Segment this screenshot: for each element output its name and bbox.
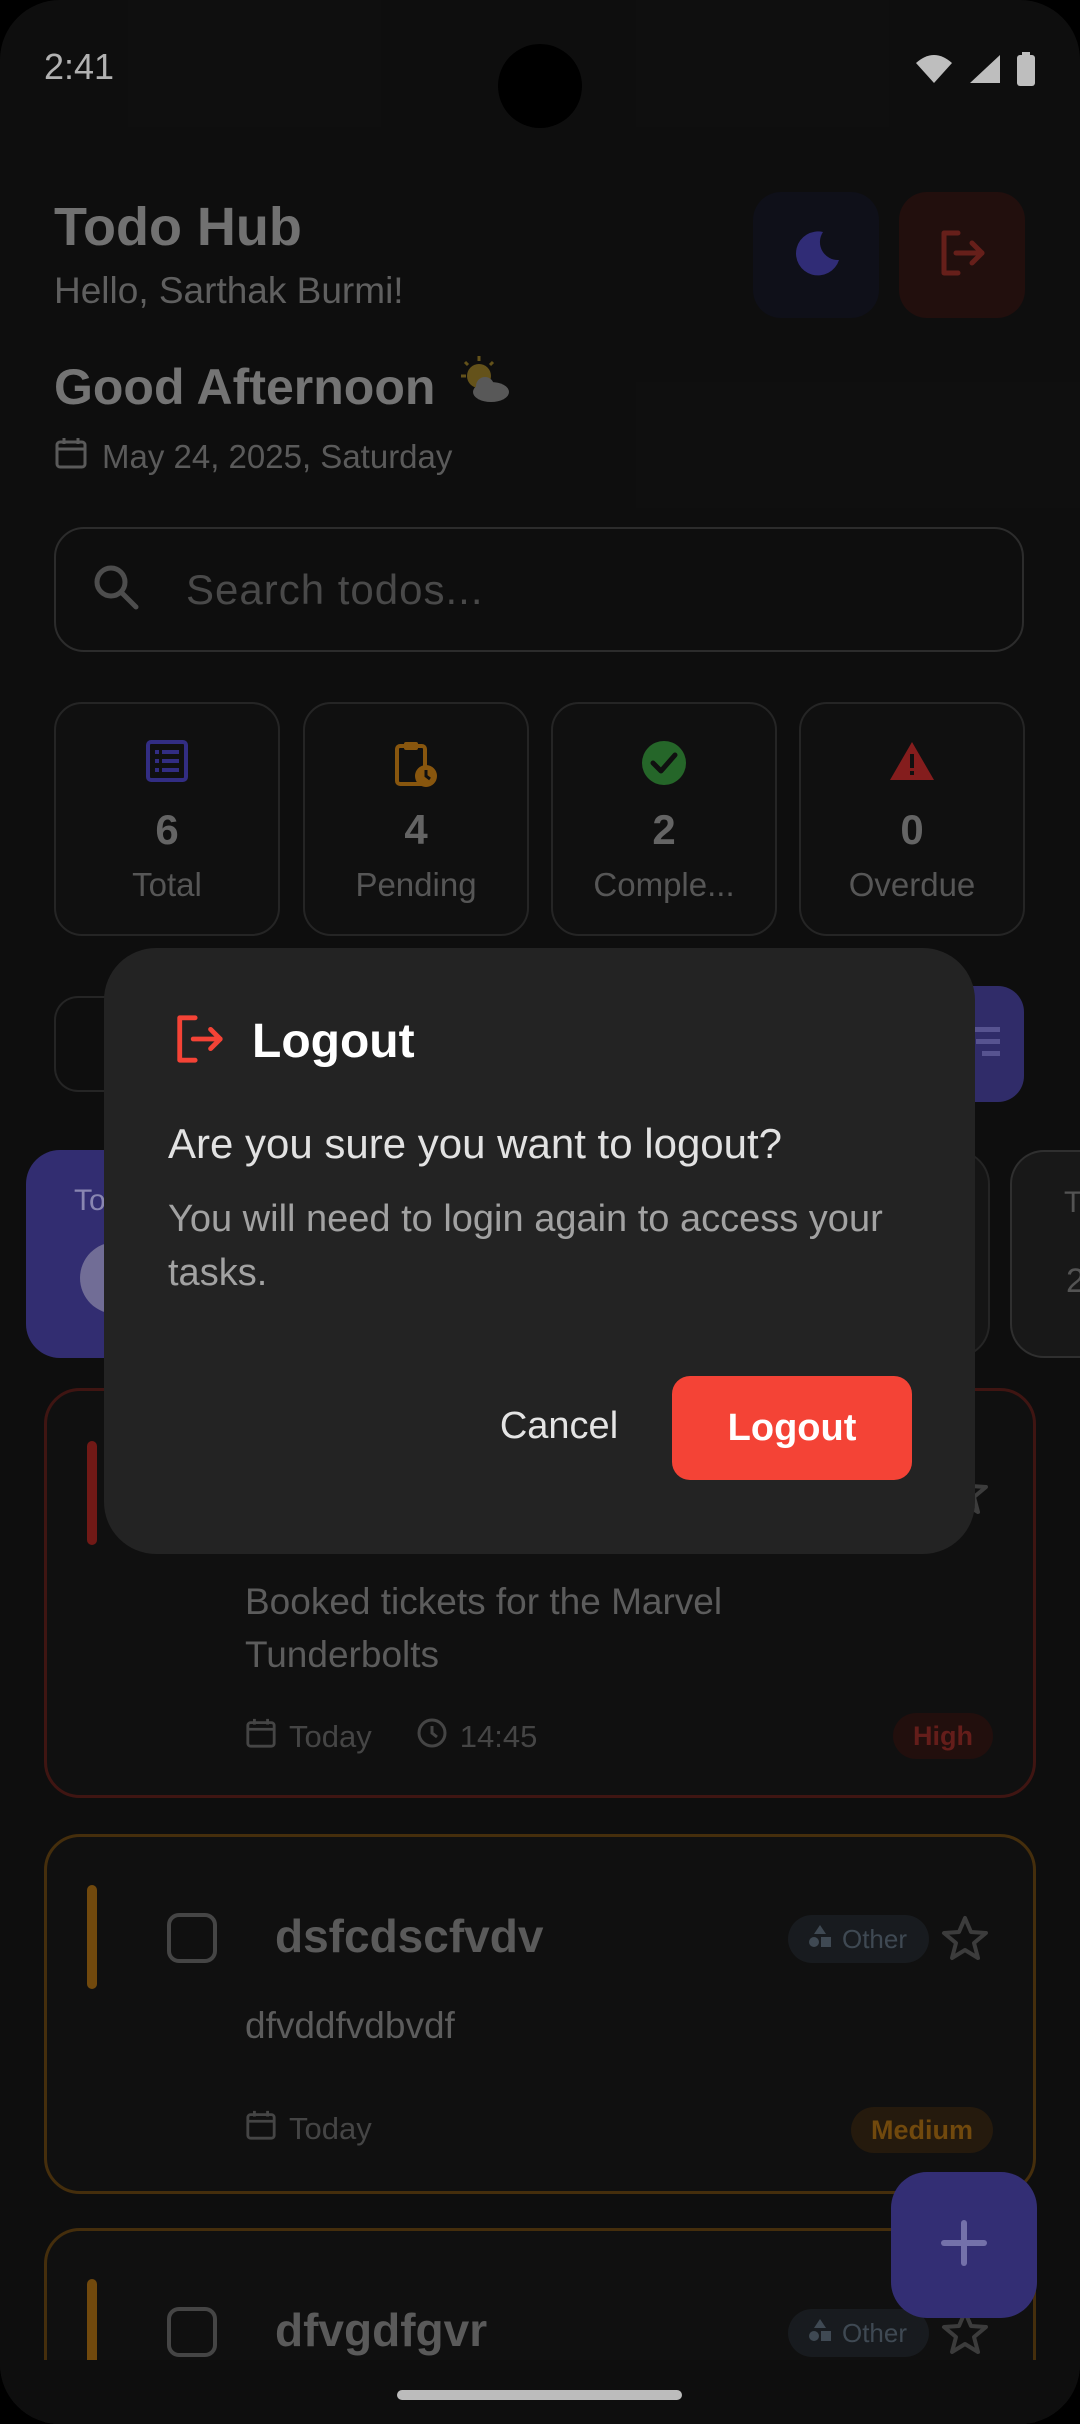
dialog-title: Logout [252, 1015, 415, 1068]
app-screen: 2:41 Todo Hub Hello, Sarthak Burmi! Good… [0, 0, 1080, 2424]
confirm-logout-button[interactable]: Logout [672, 1376, 912, 1480]
dialog-question: Are you sure you want to logout? [168, 1120, 783, 1167]
dialog-header: Logout [172, 1012, 415, 1071]
logout-icon [172, 1012, 226, 1071]
logout-dialog: Logout Are you sure you want to logout? … [104, 948, 975, 1554]
cancel-button[interactable]: Cancel [464, 1376, 654, 1476]
dialog-description: You will need to login again to access y… [168, 1198, 883, 1294]
